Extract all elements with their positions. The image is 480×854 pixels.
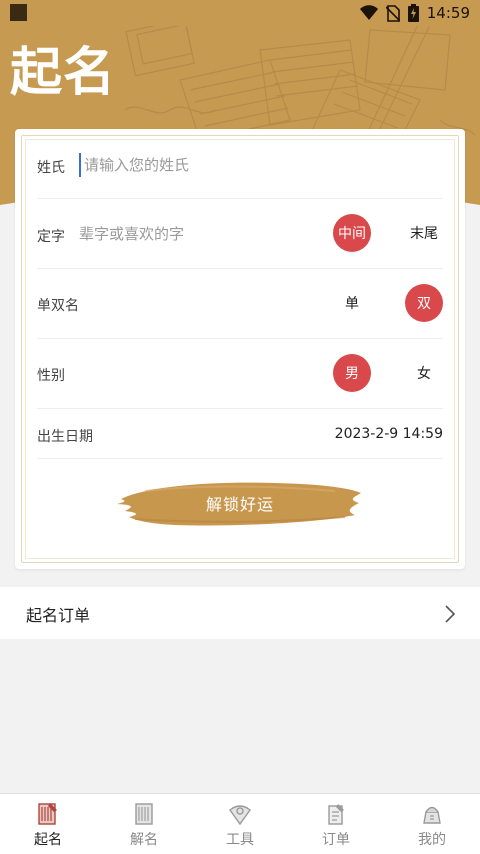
wifi-icon [359,5,378,20]
position-middle-option[interactable]: 中间 [333,214,371,252]
surname-label: 姓氏 [37,160,65,176]
nav-tab-orders-label: 订单 [322,832,350,848]
bottom-nav: 起名 解名 工具 订单 我的 [0,793,480,854]
page-title: 起名 [10,43,117,103]
profile-icon [423,806,441,824]
naming-orders-row[interactable]: 起名订单 [0,587,480,639]
nav-tab-interpret-label: 解名 [130,832,158,848]
surname-row: 姓氏 [37,129,443,199]
fixed-char-row: 定字 中间 末尾 [37,198,443,269]
nav-tab-naming[interactable]: 起名 [0,794,96,854]
status-bar: 14:59 [0,0,480,26]
chevron-right-icon [445,605,456,623]
nav-tab-naming-label: 起名 [34,832,62,848]
unlock-luck-label: 解锁好运 [205,495,274,514]
fixed-char-input[interactable] [79,223,279,245]
fixed-char-label: 定字 [37,229,65,245]
nav-tab-profile-label: 我的 [418,832,446,848]
unlock-luck-button[interactable]: 解锁好运 [115,477,365,529]
battery-charging-icon [407,4,419,22]
name-length-row: 单双名 单 双 [37,268,443,339]
app-notification-icon [10,4,27,21]
naming-book-icon [38,803,57,825]
single-name-option[interactable]: 单 [333,284,371,322]
position-end-option[interactable]: 末尾 [405,214,443,252]
status-icons: 14:59 [359,3,470,23]
gender-female-option[interactable]: 女 [405,354,443,392]
name-length-label: 单双名 [37,298,79,314]
gender-male-option[interactable]: 男 [333,354,371,392]
naming-orders-label: 起名订单 [26,606,91,625]
birth-date-label: 出生日期 [37,429,93,445]
no-sim-icon [385,4,400,22]
surname-input[interactable] [79,153,384,177]
order-scroll-icon [328,804,344,825]
gender-row: 性别 男 女 [37,338,443,409]
nav-tab-profile[interactable]: 我的 [384,794,480,854]
nav-tab-tools[interactable]: 工具 [192,794,288,854]
gender-label: 性别 [37,368,65,384]
birth-date-value[interactable]: 2023-2-9 14:59 [335,426,443,442]
clock: 14:59 [426,4,470,22]
nav-tab-interpret[interactable]: 解名 [96,794,192,854]
scroll-icon [135,803,153,825]
double-name-option[interactable]: 双 [405,284,443,322]
naming-form-card: 姓氏 定字 中间 末尾 单双名 单 双 性别 男 女 出生日期 2023-2-9… [15,129,465,569]
nav-tab-orders[interactable]: 订单 [288,794,384,854]
nav-tab-tools-label: 工具 [226,832,254,848]
birth-date-row[interactable]: 出生日期 2023-2-9 14:59 [37,408,443,459]
compass-fan-icon [229,805,251,826]
